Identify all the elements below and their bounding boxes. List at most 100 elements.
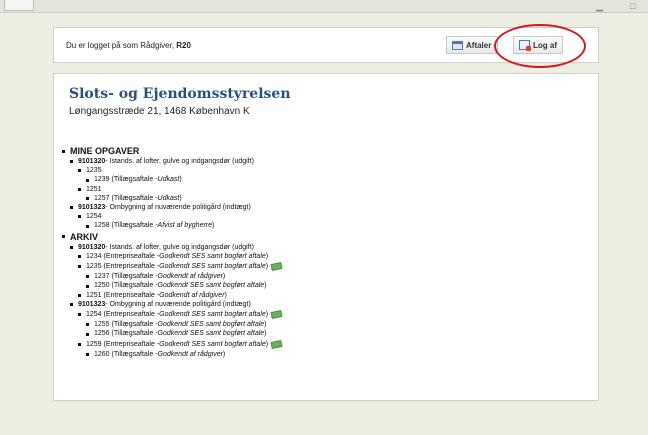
section-heading-label: MINE OPGAVER: [70, 146, 140, 156]
money-icon[interactable]: [270, 262, 283, 272]
project-code: 9101323: [78, 300, 106, 308]
money-icon[interactable]: [270, 339, 283, 349]
agreement-row[interactable]: 1255 (Tillægsaftale - Godkendt SES samt …: [62, 320, 582, 329]
agreement-row[interactable]: 1259 (Entrepriseaftale - Godkendt SES sa…: [62, 339, 582, 349]
agreement-no: 1235: [86, 167, 102, 175]
bullet-icon: [62, 235, 65, 239]
bullet-icon: [86, 224, 89, 228]
agreement-status: Godkendt SES samt bogført aftale: [157, 282, 265, 290]
login-status: Du er logget på som Rådgiver, R20: [66, 41, 191, 50]
agreement-status: Godkendt SES samt bogført aftale: [157, 321, 265, 329]
calendar-icon: [452, 40, 463, 50]
agreement-close: ): [264, 282, 267, 290]
bullet-icon: [70, 302, 73, 306]
agreement-close: ): [222, 350, 226, 358]
agreement-status: Godkendt SES samt bogført aftale: [159, 311, 266, 319]
project-row[interactable]: 9101323 - Ombygning af nuværende politig…: [62, 203, 582, 212]
agreement-no: 1251: [86, 185, 102, 193]
agreement-row[interactable]: 1251: [62, 185, 582, 194]
agreement-close: ): [212, 222, 215, 230]
main-panel: Slots- og Ejendomsstyrelsen Løngangsstræ…: [53, 73, 599, 401]
agreement-status: Godkendt SES samt bogført aftale: [159, 340, 266, 348]
agreement-text: 1235 (Entrepriseaftale -: [86, 263, 160, 271]
agreement-text: 1259 (Entrepriseaftale -: [86, 340, 160, 348]
agreement-text: 1239 (Tillægsaftale -: [94, 176, 158, 184]
agreement-status: Godkendt af rådgiver: [159, 291, 225, 299]
organization-address: Løngangsstræde 21, 1468 København K: [69, 106, 250, 117]
agreement-status: Godkendt af rådgiver: [157, 273, 223, 281]
bullet-icon: [78, 254, 81, 258]
money-icon[interactable]: [270, 310, 283, 320]
bullet-icon: [70, 245, 73, 249]
agreement-row[interactable]: 1256 (Tillægsaftale - Godkendt SES samt …: [62, 329, 582, 338]
project-desc: - Ombygning af nuværende politigård (ind…: [105, 300, 251, 308]
agreement-text: 1260 (Tillægsaftale -: [94, 350, 158, 358]
agreement-row[interactable]: 1235: [62, 166, 582, 175]
project-row[interactable]: 9101320 - Istands. af lofter, gulve og i…: [62, 157, 582, 166]
agreement-row[interactable]: 1237 (Tillægsaftale - Godkendt af rådgiv…: [62, 272, 582, 281]
logout-icon: [519, 40, 531, 51]
project-desc: - Istands. af lofter, gulve og indgangsd…: [105, 158, 254, 165]
bullet-icon: [86, 332, 89, 336]
agreement-text: 1250 (Tillægsaftale -: [94, 282, 158, 290]
project-row[interactable]: 9101320 - Istands. af lofter, gulve og i…: [62, 243, 582, 252]
aftaler-button[interactable]: Aftaler: [446, 36, 498, 54]
agreement-text: 1254 (Entrepriseaftale -: [86, 311, 160, 319]
agreement-row[interactable]: 1260 (Tillægsaftale - Godkendt af rådgiv…: [62, 350, 582, 359]
agreement-status: Udkast: [157, 194, 180, 202]
bullet-icon: [62, 149, 65, 153]
agreement-row[interactable]: 1239 (Tillægsaftale - Udkast): [62, 175, 582, 184]
aftaler-label: Aftaler: [466, 40, 492, 50]
agreement-text: 1251 (Entrepriseaftale -: [86, 291, 160, 299]
section-mine-opgaver: MINE OPGAVER: [62, 145, 582, 157]
bullet-icon: [78, 169, 81, 173]
agreement-close: ): [264, 330, 267, 338]
log-af-button[interactable]: Log af: [513, 36, 563, 54]
browser-tab[interactable]: [4, 0, 34, 11]
agreement-status: Godkendt SES samt bogført aftale: [159, 263, 266, 271]
agreement-row[interactable]: 1234 (Entrepriseaftale - Godkendt SES sa…: [62, 252, 582, 261]
agreement-no: 1254: [86, 213, 102, 221]
agreement-row[interactable]: 1235 (Entrepriseaftale - Godkendt SES sa…: [62, 262, 582, 272]
agreement-close: ): [179, 194, 182, 202]
organization-name: Slots- og Ejendomsstyrelsen: [69, 86, 291, 102]
agreement-row[interactable]: 1254: [62, 212, 582, 221]
agreement-close: ): [179, 176, 182, 184]
bullet-icon: [86, 323, 89, 327]
bullet-icon: [78, 187, 81, 191]
minimize-icon[interactable]: ▁: [596, 1, 603, 12]
log-af-label: Log af: [533, 40, 557, 50]
project-desc: - Istands. af lofter, gulve og indgangsd…: [105, 243, 254, 251]
agreement-row[interactable]: 1251 (Entrepriseaftale - Godkendt af råd…: [62, 291, 582, 300]
bullet-icon: [70, 160, 73, 164]
task-tree: MINE OPGAVER 9101320 - Istands. af lofte…: [62, 145, 582, 359]
agreement-status: Udkast: [157, 176, 180, 184]
project-code: 9101320: [78, 158, 106, 165]
bullet-icon: [86, 352, 89, 356]
bullet-icon: [78, 342, 81, 346]
project-code: 9101323: [78, 204, 106, 212]
project-row[interactable]: 9101323 - Ombygning af nuværende politig…: [62, 300, 582, 309]
agreement-text: 1234 (Entrepriseaftale -: [86, 252, 160, 260]
agreement-close: ): [222, 273, 226, 281]
agreement-close: ): [224, 291, 227, 299]
agreement-close: ): [264, 321, 267, 329]
agreement-row[interactable]: 1258 (Tillægsaftale - Afvist af bygherre…: [62, 221, 582, 230]
section-arkiv: ARKIV: [62, 231, 582, 243]
user-header-bar: Du er logget på som Rådgiver, R20 Aftale…: [53, 27, 599, 63]
bullet-icon: [78, 215, 81, 219]
agreement-close: ): [265, 263, 269, 271]
browser-top-strip: ▁ □: [0, 0, 648, 13]
agreement-row[interactable]: 1254 (Entrepriseaftale - Godkendt SES sa…: [62, 310, 582, 320]
agreement-text: 1257 (Tillægsaftale -: [94, 194, 158, 202]
maximize-icon[interactable]: □: [630, 1, 635, 11]
project-code: 9101320: [78, 243, 106, 251]
bullet-icon: [86, 275, 89, 279]
bullet-icon: [78, 313, 81, 317]
section-heading-label: ARKIV: [70, 231, 99, 242]
bullet-icon: [86, 284, 89, 288]
agreement-row[interactable]: 1250 (Tillægsaftale - Godkendt SES samt …: [62, 281, 582, 290]
agreement-close: ): [265, 311, 269, 319]
bullet-icon: [86, 178, 89, 182]
agreement-row[interactable]: 1257 (Tillægsaftale - Udkast): [62, 194, 582, 203]
